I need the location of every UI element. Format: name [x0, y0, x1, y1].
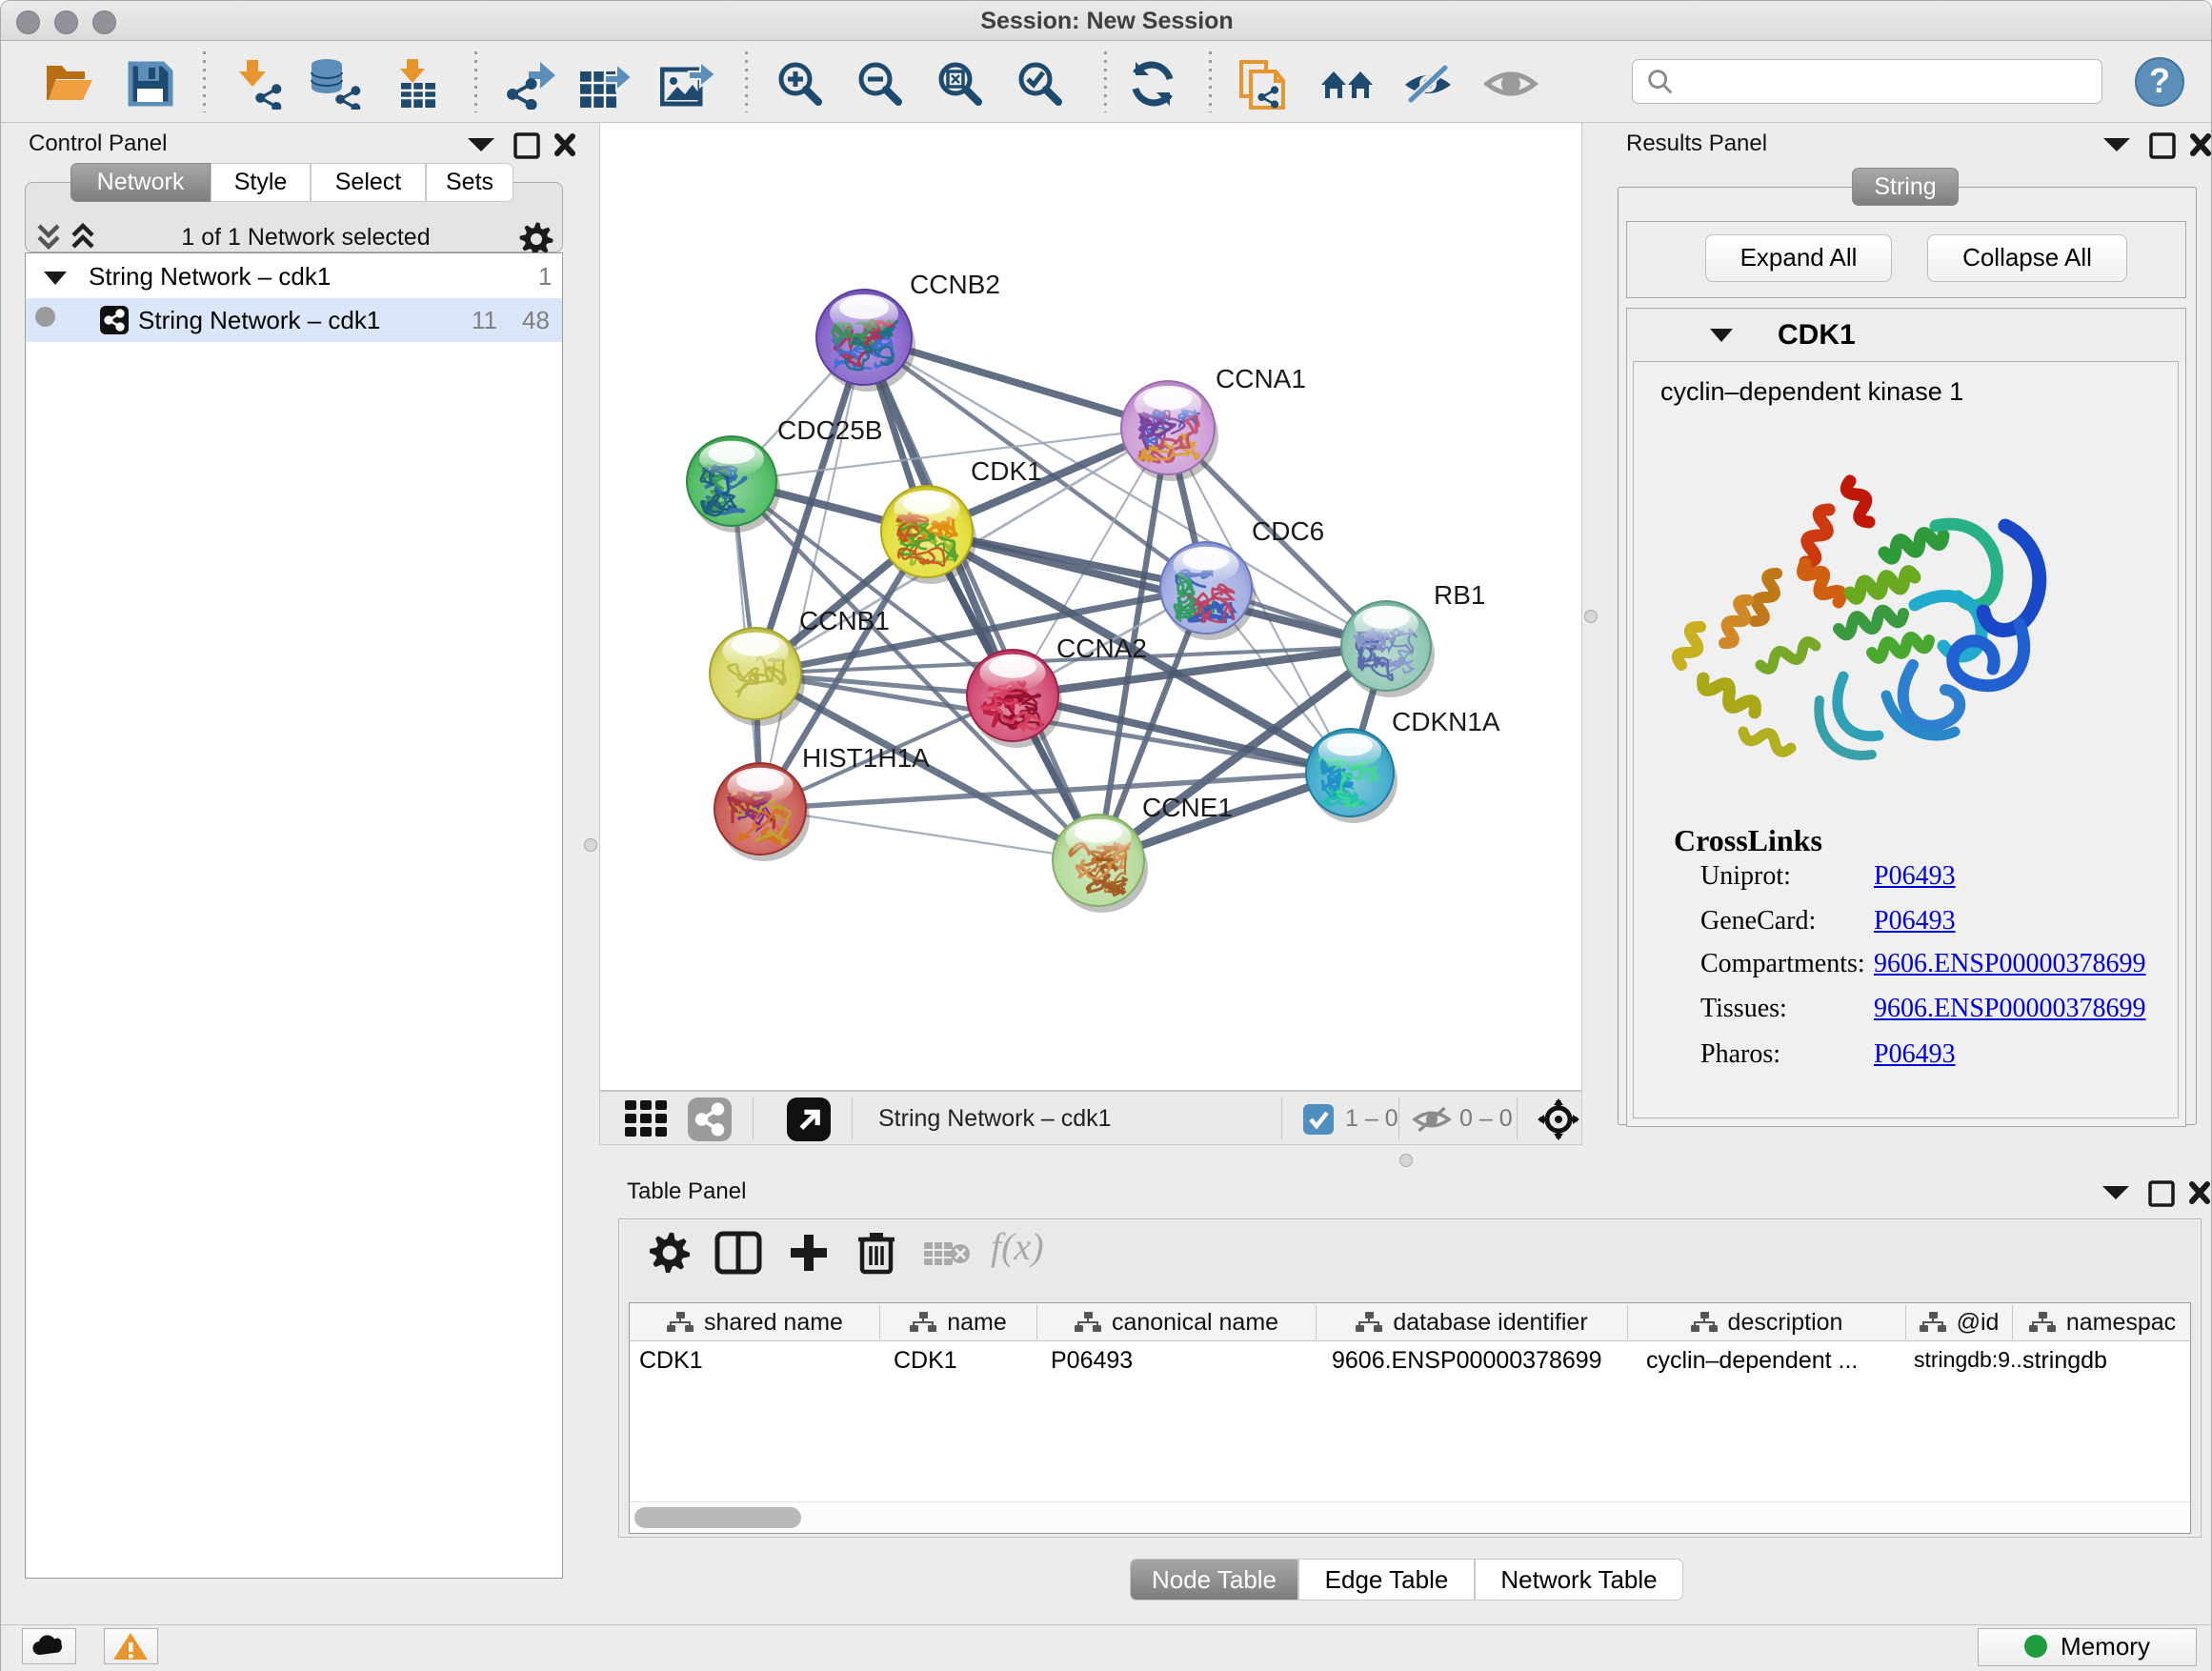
svg-text:CCNB2: CCNB2 [910, 270, 1000, 299]
svg-text:CDC25B: CDC25B [777, 415, 882, 445]
svg-text:RB1: RB1 [1434, 580, 1485, 610]
svg-text:CDK1: CDK1 [971, 456, 1042, 486]
svg-text:CCNE1: CCNE1 [1142, 793, 1233, 822]
svg-text:CCNA1: CCNA1 [1216, 364, 1306, 393]
svg-text:CCNA2: CCNA2 [1056, 634, 1147, 663]
svg-text:CDC6: CDC6 [1252, 516, 1324, 546]
svg-text:CCNB1: CCNB1 [799, 606, 890, 635]
svg-text:CDKN1A: CDKN1A [1392, 707, 1500, 736]
svg-text:HIST1H1A: HIST1H1A [802, 743, 930, 773]
